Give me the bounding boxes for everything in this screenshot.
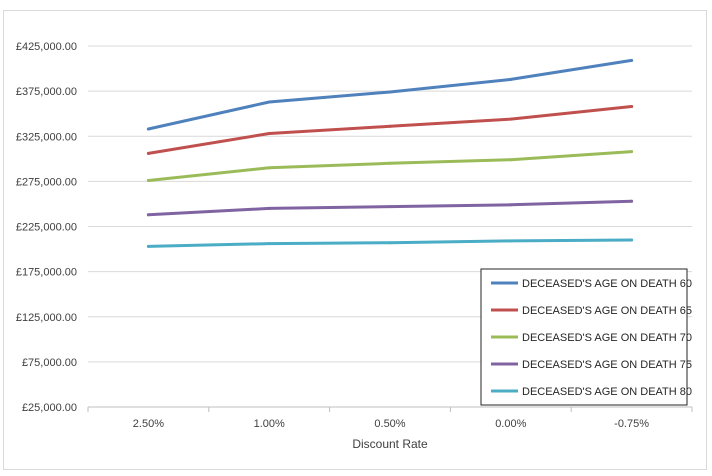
y-tick-label: £275,000.00: [16, 176, 77, 188]
data-point: [630, 104, 634, 108]
x-axis-title: Discount Rate: [352, 437, 428, 451]
data-point: [146, 151, 150, 155]
y-tick-label: £325,000.00: [16, 131, 77, 143]
legend-entry: DECEASED'S AGE ON DEATH 60: [522, 278, 692, 290]
data-point: [630, 58, 634, 62]
data-point: [388, 124, 392, 128]
y-tick-label: £425,000.00: [16, 41, 77, 53]
y-tick-label: £75,000.00: [22, 357, 77, 369]
legend-entry: DECEASED'S AGE ON DEATH 75: [522, 359, 692, 371]
x-tick-label: 2.50%: [133, 418, 164, 430]
data-point: [388, 205, 392, 209]
legend: DECEASED'S AGE ON DEATH 60 DECEASED'S AGE…: [480, 268, 692, 406]
data-point: [630, 238, 634, 242]
data-point: [630, 199, 634, 203]
data-point: [267, 132, 271, 136]
data-point: [267, 166, 271, 170]
data-point: [630, 150, 634, 154]
data-point: [267, 242, 271, 246]
series-line-3: [146, 150, 634, 182]
data-point: [509, 239, 513, 243]
legend-entry: DECEASED'S AGE ON DEATH 70: [522, 332, 692, 344]
x-tick-label: 0.00%: [495, 418, 526, 430]
y-tick-label: £375,000.00: [16, 86, 77, 98]
data-point: [388, 90, 392, 94]
data-point: [267, 206, 271, 210]
series-lines: [146, 58, 634, 248]
series-line-1: [146, 58, 634, 131]
y-tick-label: £125,000.00: [16, 312, 77, 324]
data-point: [509, 117, 513, 121]
data-point: [509, 203, 513, 207]
data-point: [146, 178, 150, 182]
data-point: [388, 161, 392, 165]
y-tick-label: £175,000.00: [16, 267, 77, 279]
data-point: [146, 213, 150, 217]
x-tick-label: 1.00%: [254, 418, 285, 430]
line-chart: £25,000.00 £75,000.00 £125,000.00 £175,000.…: [16, 41, 693, 451]
y-tick-label: £25,000.00: [22, 402, 77, 414]
x-tick-label: 0.50%: [374, 418, 405, 430]
y-tick-label: £225,000.00: [16, 222, 77, 234]
x-axis: 2.50% 1.00% 0.50% 0.00% -0.75%: [87, 406, 693, 430]
data-point: [509, 77, 513, 81]
data-point: [388, 241, 392, 245]
x-tick-label: -0.75%: [614, 418, 649, 430]
legend-entry: DECEASED'S AGE ON DEATH 65: [522, 305, 692, 317]
data-point: [146, 244, 150, 248]
legend-entry: DECEASED'S AGE ON DEATH 80: [522, 386, 692, 398]
data-point: [509, 158, 513, 162]
data-point: [267, 100, 271, 104]
data-point: [146, 127, 150, 131]
y-axis-tick-labels: £25,000.00 £75,000.00 £125,000.00 £175,000.…: [16, 41, 77, 414]
